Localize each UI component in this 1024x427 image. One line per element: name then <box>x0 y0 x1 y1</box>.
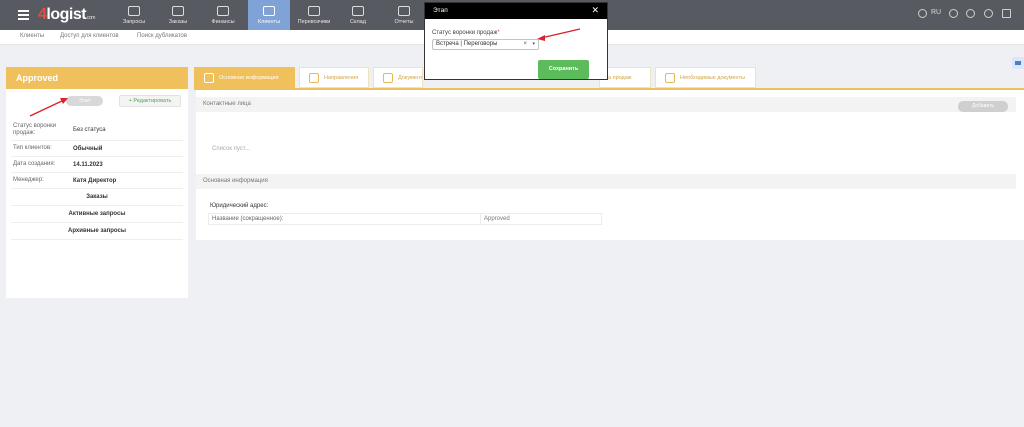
edit-button[interactable]: + Редактировать <box>119 95 181 107</box>
id-card-icon <box>204 73 214 83</box>
chevron-down-icon[interactable]: ▾ <box>532 41 535 47</box>
row-value: Approved <box>484 216 510 222</box>
nav-carriers[interactable]: Перевозчики <box>293 0 335 30</box>
funnel-status-select[interactable]: Встреча | Переговоры × ▾ <box>432 39 539 50</box>
menu-icon[interactable] <box>18 10 29 20</box>
nav-clients[interactable]: Клиенты <box>248 0 290 30</box>
document-icon <box>383 73 393 83</box>
tab-directions[interactable]: Направления <box>299 67 369 88</box>
stage-button[interactable]: Этап <box>66 96 103 106</box>
basic-info-section-header: Основная информация <box>196 174 1016 189</box>
detail-row: Статус воронки продаж: Без статуса <box>11 119 183 141</box>
client-name: Approved <box>6 67 188 89</box>
file-icon <box>665 73 675 83</box>
detail-row: Менеджер: Катя Директор <box>11 173 183 189</box>
nav-finance[interactable]: Финансы <box>202 0 244 30</box>
subnav-client-access[interactable]: Доступ для клиентов <box>60 33 119 39</box>
user-icon[interactable] <box>949 9 958 18</box>
box-icon <box>172 6 184 16</box>
subnav-duplicate-search[interactable]: Поиск дубликатов <box>137 33 187 39</box>
legal-address-title: Юридический адрес: <box>210 203 269 209</box>
clear-icon[interactable]: × <box>523 41 527 47</box>
modal-title: Этап <box>433 7 448 14</box>
nav-orders[interactable]: Заказы <box>157 0 199 30</box>
logout-icon[interactable] <box>1002 9 1011 18</box>
stage-modal: Этап ✕ Статус воронки продаж* Встреча | … <box>424 2 608 80</box>
side-panel-toggle[interactable] <box>1012 57 1024 69</box>
nav-requests[interactable]: Запросы <box>113 0 155 30</box>
support-icon[interactable] <box>918 9 927 18</box>
close-icon[interactable]: ✕ <box>591 5 599 16</box>
main-content: Контактные лица Добавить Список пуст... … <box>196 90 1024 240</box>
empty-list-text: Список пуст... <box>212 146 250 152</box>
truck-icon <box>308 6 320 16</box>
detail-row: Тип клиентов: Обычный <box>11 141 183 157</box>
chat-icon <box>128 6 140 16</box>
add-contact-button[interactable]: Добавить <box>958 101 1008 112</box>
row-label: Название (сокращенное): <box>209 214 481 224</box>
flag-icon <box>1015 61 1021 65</box>
tab-documents[interactable]: Документ <box>373 67 423 88</box>
search-icon[interactable] <box>966 9 975 18</box>
funnel-status-label: Статус воронки продаж* <box>432 30 500 36</box>
warehouse-icon <box>352 6 364 16</box>
subnav-clients[interactable]: Клиенты <box>20 33 44 39</box>
table-row: Название (сокращенное): Approved <box>208 213 602 225</box>
nav-warehouse[interactable]: Склад <box>337 0 379 30</box>
tab-basic-info[interactable]: Основная информация <box>194 67 295 88</box>
logo[interactable]: 4logist.com <box>38 6 95 24</box>
users-icon <box>263 6 275 16</box>
nav-reports[interactable]: Отчеты <box>383 0 425 30</box>
bell-icon[interactable] <box>984 9 993 18</box>
archived-requests-link[interactable]: Архивные запросы <box>11 223 183 240</box>
document-icon <box>398 6 410 16</box>
orders-link[interactable]: Заказы <box>11 189 183 206</box>
language-selector[interactable]: RU <box>931 9 941 16</box>
contacts-section-header: Контактные лица <box>196 97 1016 112</box>
detail-row: Дата создания: 14.11.2023 <box>11 157 183 173</box>
tab-required-documents[interactable]: Необходимые документы <box>655 67 756 88</box>
money-icon <box>217 6 229 16</box>
save-button[interactable]: Сохранить <box>538 60 589 79</box>
modal-header: Этап ✕ <box>425 3 607 19</box>
directions-icon <box>309 73 319 83</box>
client-details: Статус воронки продаж: Без статуса Тип к… <box>11 119 183 240</box>
client-card: Approved Этап + Редактировать Статус вор… <box>6 67 188 298</box>
active-requests-link[interactable]: Активные запросы <box>11 206 183 223</box>
